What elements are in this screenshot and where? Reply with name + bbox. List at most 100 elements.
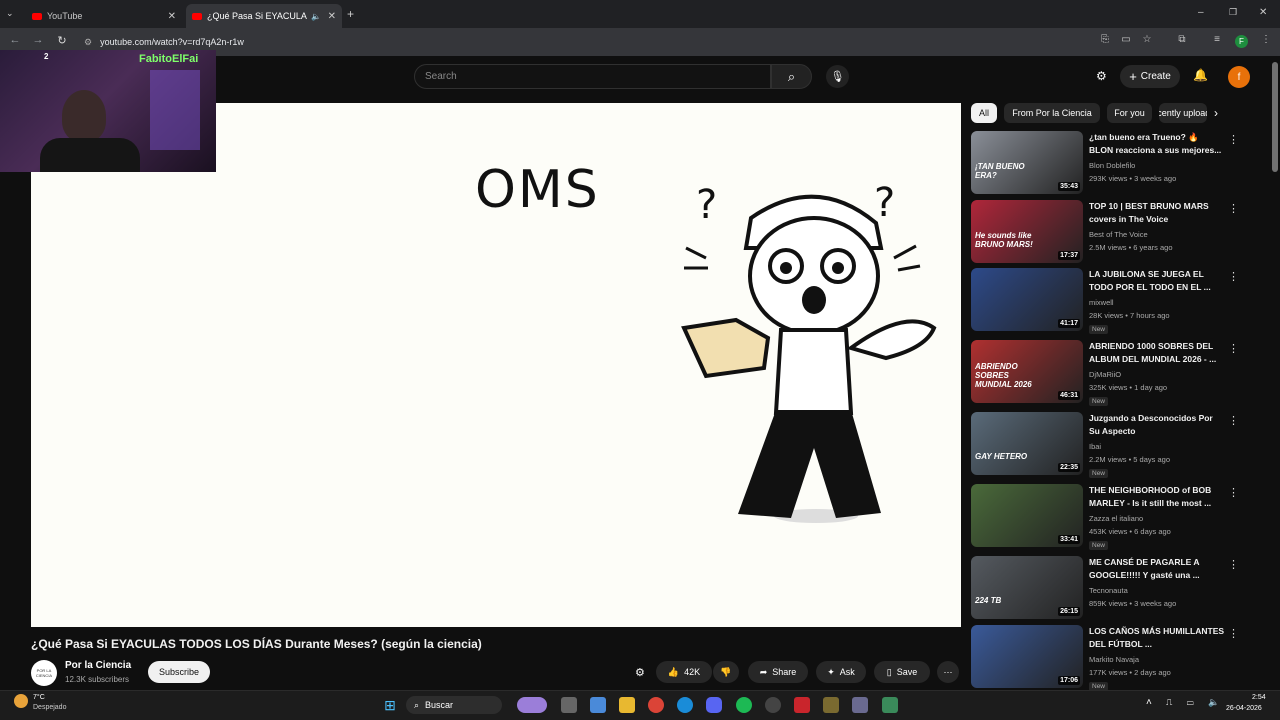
video-thumbnail[interactable]: He sounds like BRUNO MARS! 17:37 — [971, 200, 1083, 263]
new-tab-button[interactable]: + — [347, 7, 354, 21]
chip-from-channel[interactable]: From Por la Ciencia — [1004, 103, 1100, 123]
share-label: Share — [772, 667, 797, 677]
video-channel[interactable]: Ibai — [1089, 442, 1101, 451]
video-thumbnail[interactable]: 41:17 — [971, 268, 1083, 331]
maximize-icon[interactable]: ❐ — [1229, 7, 1237, 18]
video-meta: 177K views • 2 days ago — [1089, 668, 1171, 677]
dislike-button[interactable]: 👎 — [713, 661, 739, 683]
video-channel[interactable]: Zazza el italiano — [1089, 514, 1143, 523]
close-tab-icon[interactable]: ✕ — [328, 11, 336, 22]
more-options-icon[interactable]: ⋮ — [1228, 558, 1239, 571]
app-icon[interactable] — [823, 697, 839, 713]
video-title[interactable]: LOS CAÑOS MÁS HUMILLANTES DEL FÚTBOL ... — [1089, 625, 1225, 651]
notifications-bell-icon[interactable]: 🔔 — [1193, 68, 1208, 82]
tab-list-button[interactable]: ⌄ — [6, 8, 14, 19]
app-shield-icon[interactable] — [852, 697, 868, 713]
extension-icon[interactable]: ⚙ — [1096, 69, 1107, 83]
chrome-icon[interactable] — [648, 697, 664, 713]
more-options-icon[interactable]: ⋮ — [1228, 414, 1239, 427]
video-channel[interactable]: DjMaRiiO — [1089, 370, 1121, 379]
video-thumbnail[interactable]: GAY HETERO 22:35 — [971, 412, 1083, 475]
more-options-icon[interactable]: ⋮ — [1228, 270, 1239, 283]
like-button[interactable]: 👍 42K — [656, 661, 712, 683]
share-button[interactable]: ➦ Share — [748, 661, 808, 683]
copilot-icon[interactable] — [590, 697, 606, 713]
chip-for-you[interactable]: For you — [1107, 103, 1152, 123]
clock-time[interactable]: 2:54 — [1252, 694, 1266, 701]
more-options-icon[interactable]: ⋮ — [1228, 486, 1239, 499]
search-button[interactable]: ⌕ — [771, 64, 812, 89]
video-thumbnail[interactable]: ¡TAN BUENO ERA? 35:43 — [971, 131, 1083, 194]
video-title[interactable]: Juzgando a Desconocidos Por Su Aspecto — [1089, 412, 1225, 438]
cast-icon[interactable]: ▭ — [1119, 34, 1133, 45]
video-title[interactable]: LA JUBILONA SE JUEGA EL TODO POR EL TODO… — [1089, 268, 1225, 294]
video-thumbnail[interactable]: 17:06 — [971, 625, 1083, 688]
video-title[interactable]: TOP 10 | BEST BRUNO MARS covers in The V… — [1089, 200, 1225, 226]
taskbar-search[interactable]: ⌕ Buscar — [406, 696, 502, 714]
voice-search-button[interactable]: 🎙 — [826, 65, 849, 88]
profile-avatar[interactable]: F — [1235, 35, 1248, 48]
mute-icon[interactable]: 🔈 — [311, 12, 321, 21]
back-icon[interactable]: ← — [8, 34, 22, 46]
close-tab-icon[interactable]: ✕ — [168, 11, 176, 22]
video-channel[interactable]: Blon Doblefilo — [1089, 161, 1135, 170]
widgets-icon[interactable] — [517, 697, 547, 713]
chip-recently[interactable]: Recently uploaded — [1159, 103, 1207, 123]
discord-icon[interactable] — [706, 697, 722, 713]
extensions-icon[interactable]: ⧉ — [1175, 34, 1189, 45]
url-field[interactable]: ⚙ youtube.com/watch?v=rd7qA2n-r1w — [84, 33, 1094, 51]
create-button[interactable]: + Create — [1120, 65, 1180, 88]
tab-video[interactable]: ¿Qué Pasa Si EYACULAS TO 🔈 ✕ — [186, 4, 342, 28]
video-title[interactable]: THE NEIGHBORHOOD of BOB MARLEY - Is it s… — [1089, 484, 1225, 510]
scrollbar[interactable] — [1272, 62, 1278, 172]
more-actions-button[interactable]: ⋯ — [937, 661, 959, 683]
steam-icon[interactable] — [765, 697, 781, 713]
tray-icons[interactable]: ⎍ ▭ 🔈 — [1166, 697, 1225, 708]
more-options-icon[interactable]: ⋮ — [1228, 342, 1239, 355]
weather-temp[interactable]: 7°C — [33, 694, 45, 701]
tab-youtube[interactable]: YouTube ✕ — [26, 4, 182, 28]
more-options-icon[interactable]: ⋮ — [1228, 202, 1239, 215]
chip-all[interactable]: All — [971, 103, 997, 123]
extension-action-icon[interactable]: ⚙ — [635, 666, 645, 679]
spotify-icon[interactable] — [736, 697, 752, 713]
edge-icon[interactable] — [677, 697, 693, 713]
more-options-icon[interactable]: ⋮ — [1228, 133, 1239, 146]
chips-next-icon[interactable]: › — [1214, 106, 1218, 120]
forward-icon[interactable]: → — [31, 34, 45, 46]
save-button[interactable]: ▯ Save — [874, 661, 930, 683]
video-thumbnail[interactable]: 224 TB 26:15 — [971, 556, 1083, 619]
browser-menu-icon[interactable]: ⋮ — [1259, 34, 1273, 45]
video-channel[interactable]: mixwell — [1089, 298, 1114, 307]
video-channel[interactable]: Markito Navaja — [1089, 655, 1139, 664]
subscribe-button[interactable]: Subscribe — [148, 661, 210, 683]
video-thumbnail[interactable]: 33:41 — [971, 484, 1083, 547]
translate-icon[interactable]: ⎘ — [1098, 34, 1112, 45]
channel-name[interactable]: Por la Ciencia — [65, 660, 131, 671]
close-window-icon[interactable]: ✕ — [1259, 7, 1267, 18]
app-red-icon[interactable] — [794, 697, 810, 713]
minimize-icon[interactable]: – — [1198, 7, 1204, 18]
reload-icon[interactable]: ↻ — [55, 34, 69, 47]
video-thumbnail[interactable]: ABRIENDO SOBRES MUNDIAL 2026 46:31 — [971, 340, 1083, 403]
bookmark-star-icon[interactable]: ☆ — [1140, 34, 1154, 45]
ask-button[interactable]: ✦ Ask — [816, 661, 866, 683]
reading-list-icon[interactable]: ≡ — [1210, 34, 1224, 45]
windows-start-icon[interactable]: ⊞ — [382, 697, 398, 713]
video-channel[interactable]: Tecnonauta — [1089, 586, 1128, 595]
channel-avatar[interactable]: POR LA CIENCIA — [31, 660, 57, 686]
site-info-icon[interactable]: ⚙ — [84, 37, 92, 48]
task-view-icon[interactable] — [561, 697, 577, 713]
video-title[interactable]: ¿tan bueno era Trueno? 🔥 BLON reacciona … — [1089, 131, 1225, 157]
search-input[interactable]: Search — [414, 64, 771, 89]
app-green-icon[interactable] — [882, 697, 898, 713]
webcam-overlay — [0, 50, 216, 172]
tray-chevron-icon[interactable]: ˄ — [1146, 697, 1152, 708]
account-avatar[interactable]: f — [1228, 66, 1250, 88]
file-explorer-icon[interactable] — [619, 697, 635, 713]
more-options-icon[interactable]: ⋮ — [1228, 627, 1239, 640]
video-title[interactable]: ABRIENDO 1000 SOBRES DEL ALBUM DEL MUNDI… — [1089, 340, 1225, 366]
video-channel[interactable]: Best of The Voice — [1089, 230, 1148, 239]
clock-date[interactable]: 26-04-2026 — [1226, 705, 1262, 712]
video-title[interactable]: ME CANSÉ DE PAGARLE A GOOGLE!!!!! Y gast… — [1089, 556, 1225, 582]
